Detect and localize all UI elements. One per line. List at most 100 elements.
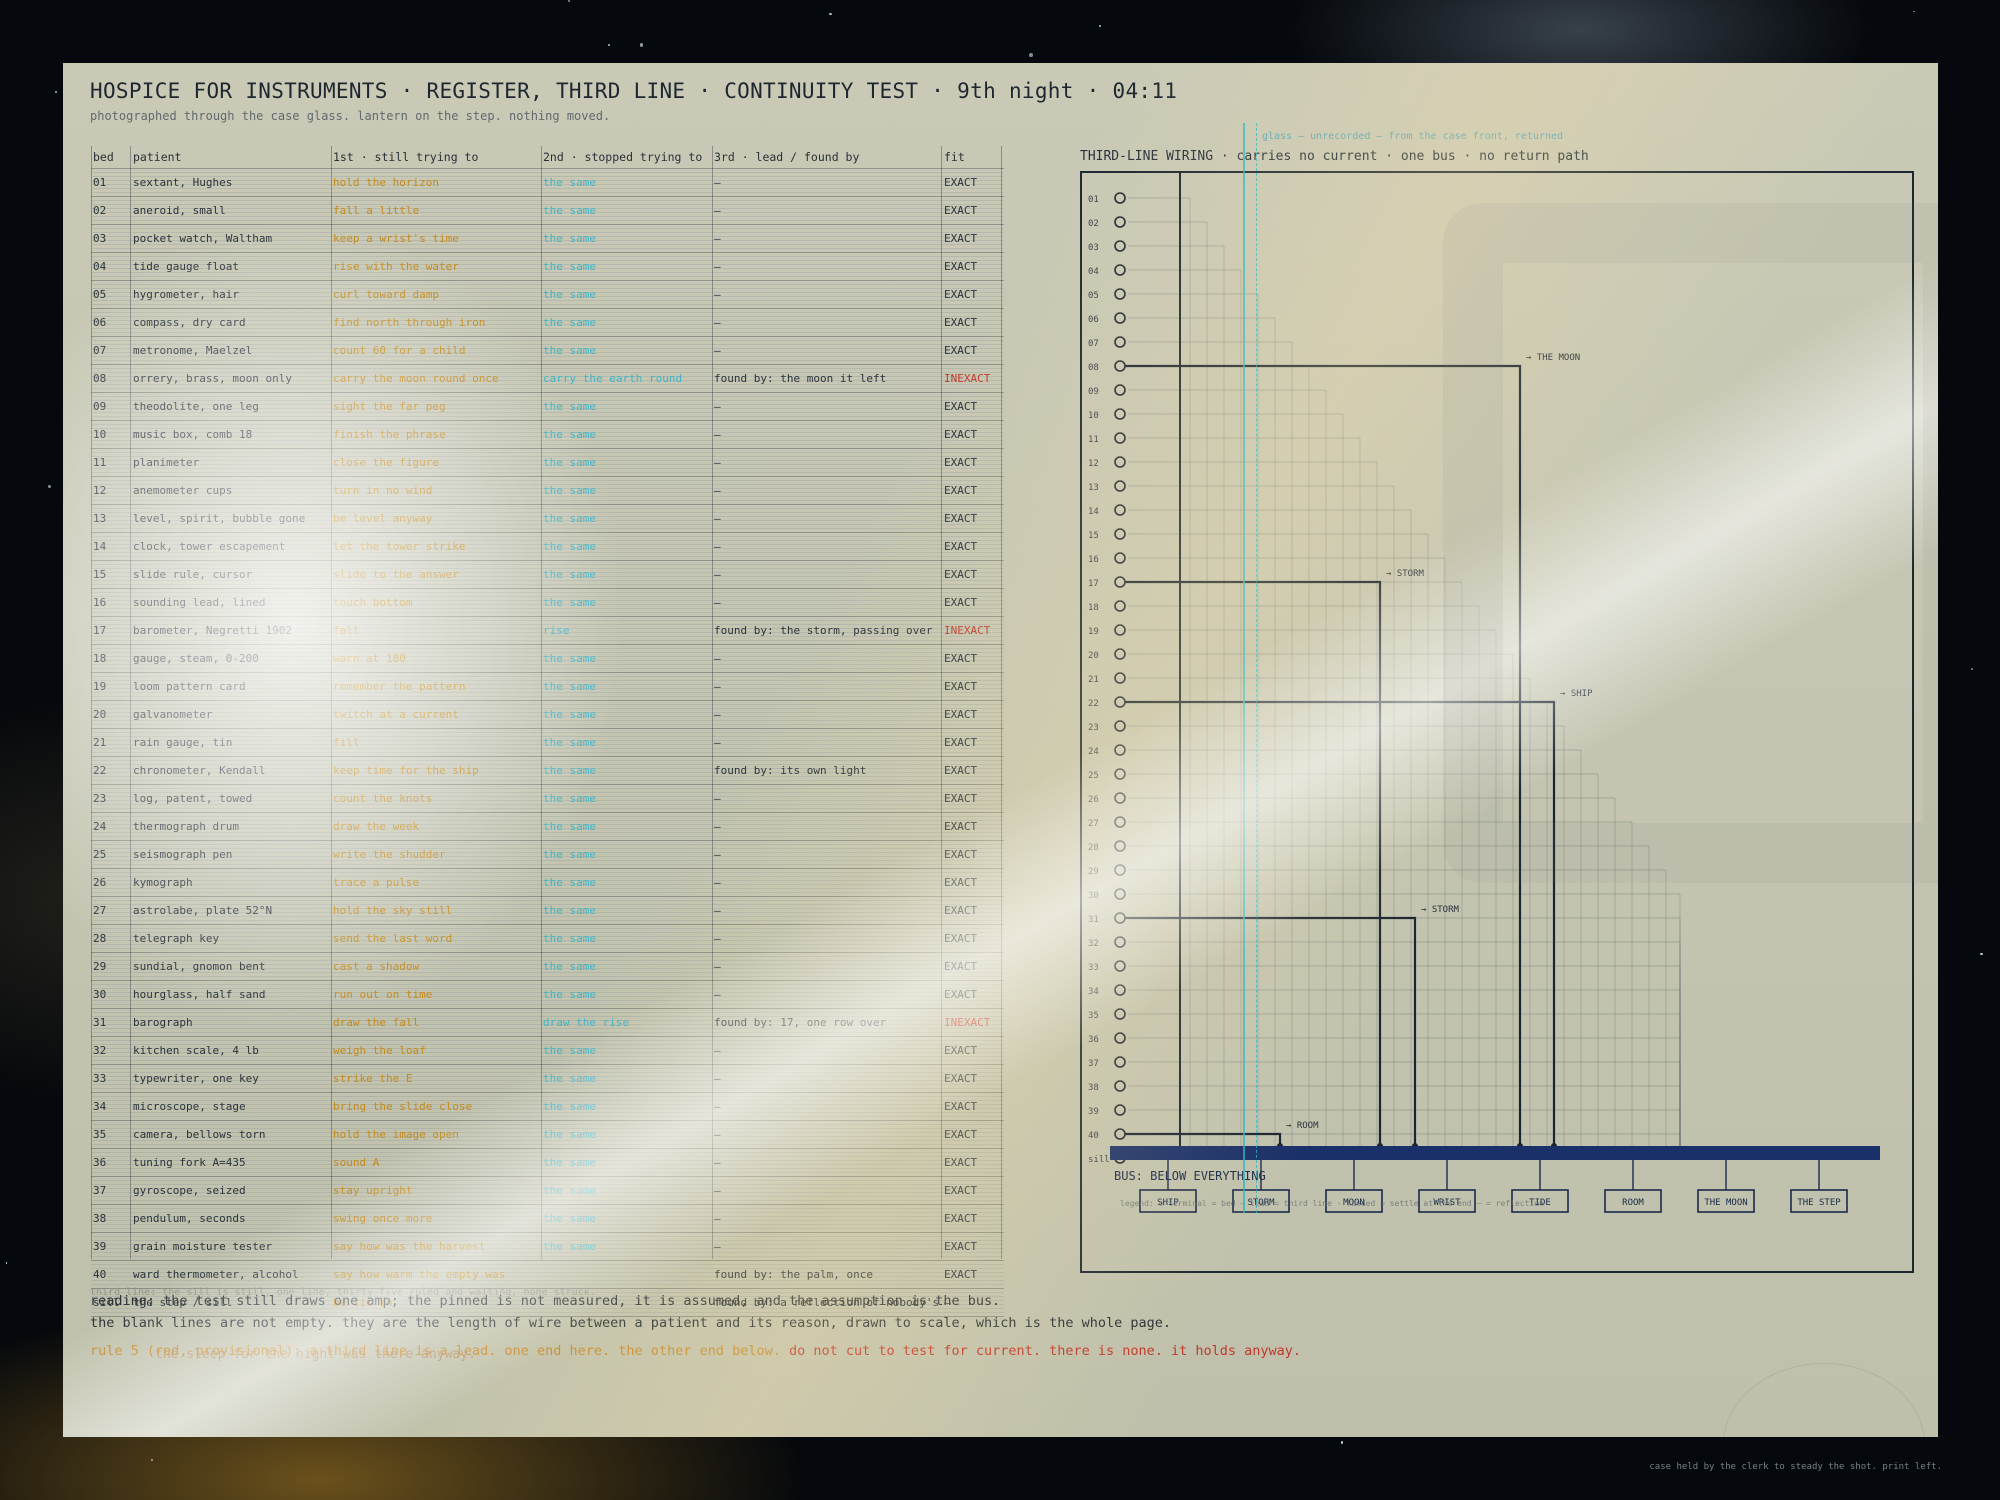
cell-patient: barometer, Negretti 1902 — [133, 624, 292, 637]
cell-third: — — [714, 344, 721, 357]
star-dot — [1098, 25, 1102, 28]
page-subtitle: photographed through the case glass. lan… — [90, 109, 611, 123]
cell-bed: 05 — [93, 288, 107, 301]
wiring-legend: legend: o terminal = bed — lead = third … — [1120, 1199, 1544, 1208]
cell-first: close the figure — [333, 456, 439, 469]
terminal-circle — [1114, 936, 1126, 948]
cell-first: trace a pulse — [333, 876, 420, 889]
terminal-circle — [1114, 720, 1126, 732]
cell-third: — — [714, 288, 721, 301]
cell-bed: 33 — [93, 1072, 107, 1085]
terminal-circle — [1114, 960, 1126, 972]
cell-third: found by: the storm, passing over — [714, 624, 933, 637]
cell-first: let the tower strike — [333, 540, 466, 553]
cell-first: be level anyway — [333, 512, 433, 525]
cell-bed: 14 — [93, 540, 107, 553]
cell-fit: INEXACT — [944, 372, 991, 385]
cell-patient: pocket watch, Waltham — [133, 232, 273, 245]
lead-label: → STORM — [1421, 905, 1460, 915]
cell-fit: INEXACT — [944, 624, 991, 637]
terminal-circle — [1114, 384, 1126, 396]
terminal-circle — [1114, 840, 1126, 852]
table-row: 02 aneroid, small fall a little the same — EX… — [91, 196, 1004, 224]
lead-wire — [1125, 700, 1556, 1146]
cell-third: — — [714, 1072, 721, 1085]
table-row: 12 anemometer cups turn in no wind the same… — [91, 476, 1004, 504]
reading-notes: reading: the test still draws one amp; t… — [90, 1293, 1301, 1365]
cell-second: the same — [543, 232, 596, 245]
cell-patient: sextant, Hughes — [133, 176, 233, 189]
terminal-circle — [1114, 288, 1126, 300]
cell-bed: 32 — [93, 1044, 107, 1057]
cell-bed: 06 — [93, 316, 107, 329]
terminal-label: 02 — [1088, 219, 1099, 229]
note-line: reading: the test still draws one amp; t… — [90, 1293, 1001, 1309]
cell-bed: 40 — [93, 1268, 107, 1281]
cell-third: — — [714, 400, 721, 413]
cell-bed: 12 — [93, 484, 107, 497]
cell-first: draw the week — [333, 820, 420, 833]
cell-first: hold the horizon — [333, 176, 439, 189]
terminal-label: 16 — [1088, 555, 1099, 565]
terminal-circle — [1114, 600, 1126, 612]
cell-fit: EXACT — [944, 540, 978, 553]
cell-third: — — [714, 428, 721, 441]
corner-note: case held by the clerk to steady the sho… — [1649, 1462, 1942, 1472]
cell-second: the same — [543, 820, 596, 833]
cell-second: the same — [543, 736, 596, 749]
terminal-label: 35 — [1088, 1011, 1099, 1021]
cell-fit: EXACT — [944, 1240, 978, 1253]
table-row: 21 rain gauge, tin fill the same — EXACT — [91, 728, 1004, 756]
table-row: 29 sundial, gnomon bent cast a shadow the s… — [91, 952, 1004, 980]
cell-first: count the knots — [333, 792, 433, 805]
table-row: 38 pendulum, seconds swing once more the sa… — [91, 1204, 1004, 1232]
cell-fit: EXACT — [944, 848, 978, 861]
cell-bed: 03 — [93, 232, 107, 245]
cell-second: the same — [543, 988, 596, 1001]
cell-first: find north through iron — [333, 316, 486, 329]
terminal-label: 17 — [1088, 579, 1099, 589]
cell-patient: gyroscope, seized — [133, 1184, 246, 1197]
table-row: 20 galvanometer twitch at a current the sam… — [91, 700, 1004, 728]
bus-bar — [1110, 1146, 1880, 1160]
terminal-label: sill — [1088, 1155, 1110, 1165]
cell-third: — — [714, 1156, 721, 1169]
cell-first: twitch at a current — [333, 708, 459, 721]
cell-first: fall — [333, 624, 360, 637]
cell-second: the same — [543, 1072, 596, 1085]
terminal-label: 23 — [1088, 723, 1099, 733]
cell-fit: EXACT — [944, 932, 978, 945]
cell-second: the same — [543, 400, 596, 413]
cell-first: keep a wrist's time — [333, 232, 459, 245]
table-row: 15 slide rule, cursor slide to the answer t… — [91, 560, 1004, 588]
cell-patient: camera, bellows torn — [133, 1128, 266, 1141]
cell-patient: theodolite, one leg — [133, 400, 259, 413]
cell-second: the same — [543, 260, 596, 273]
star-dot — [829, 12, 832, 16]
cell-fit: EXACT — [944, 876, 978, 889]
cell-patient: slide rule, cursor — [133, 568, 253, 581]
cell-third: — — [714, 1212, 721, 1225]
cell-first: touch bottom — [333, 596, 413, 609]
terminal-label: 05 — [1088, 291, 1099, 301]
table-row: 14 clock, tower escapement let the tower s… — [91, 532, 1004, 560]
cell-patient: aneroid, small — [133, 204, 226, 217]
cell-fit: EXACT — [944, 512, 978, 525]
wiring-diagram: 01 02 03 04 05 06 07 08 09 10 11 12 13 14 15 16 17 18 19 20… — [1088, 171, 1880, 1213]
terminal-circle — [1114, 648, 1126, 660]
cell-third: — — [714, 176, 721, 189]
cell-fit: EXACT — [944, 316, 978, 329]
cell-patient: barograph — [133, 1016, 193, 1029]
cell-first: sound A — [333, 1156, 380, 1169]
terminal-circle — [1114, 504, 1126, 516]
cell-second: the same — [543, 316, 596, 329]
cell-patient: kitchen scale, 4 lb — [133, 1044, 259, 1057]
cell-third: — — [714, 568, 721, 581]
terminal-circle — [1114, 360, 1126, 372]
cell-bed: 36 — [93, 1156, 107, 1169]
terminal-circle — [1114, 240, 1126, 252]
cell-fit: EXACT — [944, 232, 978, 245]
terminal-circle — [1114, 1032, 1126, 1044]
col-header-first: 1st · still trying to — [333, 150, 479, 164]
cell-patient: anemometer cups — [133, 484, 233, 497]
